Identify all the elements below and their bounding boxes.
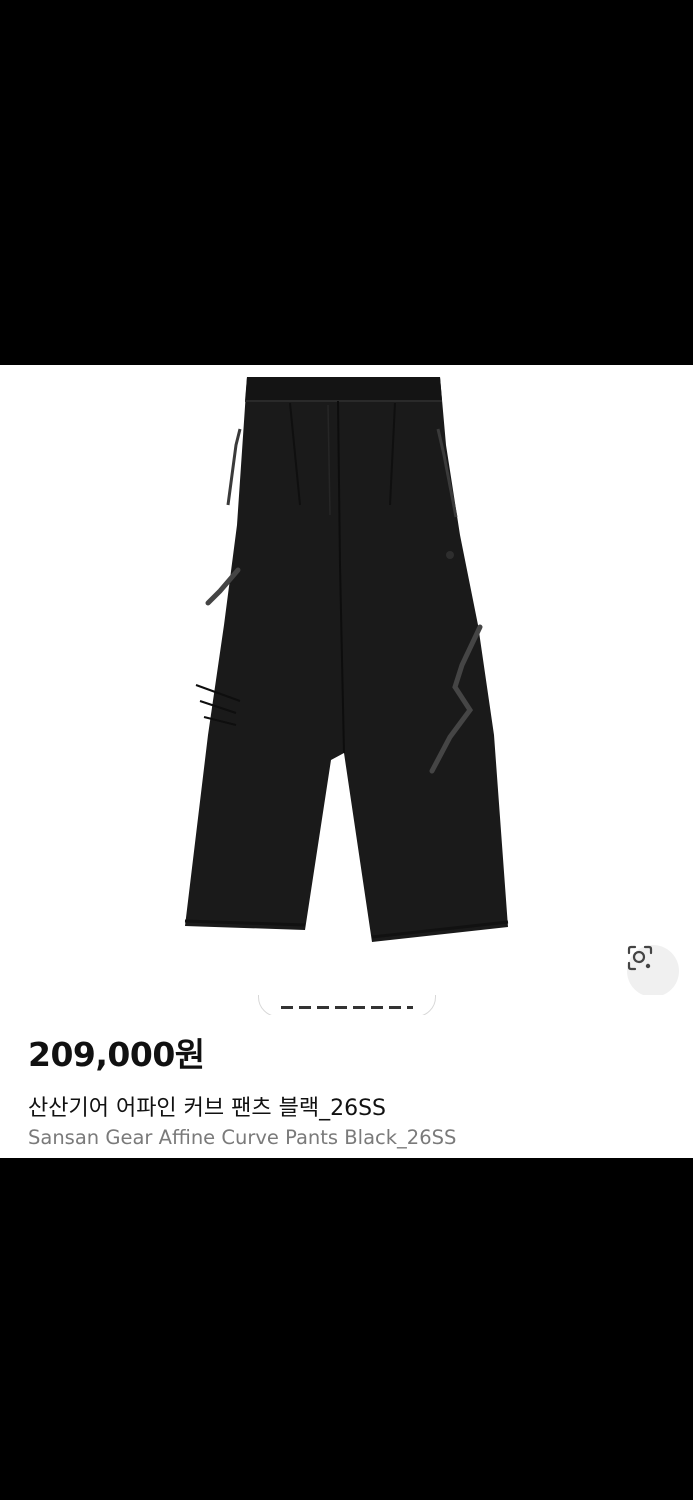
- product-card: 209,000원 산산기어 어파인 커브 팬츠 블랙_26SS Sansan G…: [0, 365, 693, 1158]
- top-letterbox: [0, 0, 693, 365]
- related-chip[interactable]: [258, 995, 436, 1015]
- product-price: 209,000원: [28, 1035, 205, 1074]
- chip-clip: [0, 995, 693, 1015]
- pants-illustration: [184, 377, 509, 942]
- left-pocket-zip: [226, 428, 242, 506]
- bottom-letterbox: [0, 1158, 693, 1500]
- visual-search-button[interactable]: [627, 945, 679, 997]
- product-title-english[interactable]: Sansan Gear Affine Curve Pants Black_26S…: [28, 1126, 456, 1149]
- product-title-korean[interactable]: 산산기어 어파인 커브 팬츠 블랙_26SS: [28, 1090, 386, 1122]
- chip-label-clipped-text: [281, 1006, 413, 1009]
- screen: 209,000원 산산기어 어파인 커브 팬츠 블랙_26SS Sansan G…: [0, 0, 693, 1500]
- logo-mark: [446, 551, 454, 559]
- product-image[interactable]: [0, 365, 693, 997]
- visual-search-icon: [627, 945, 653, 971]
- waistband: [245, 377, 442, 401]
